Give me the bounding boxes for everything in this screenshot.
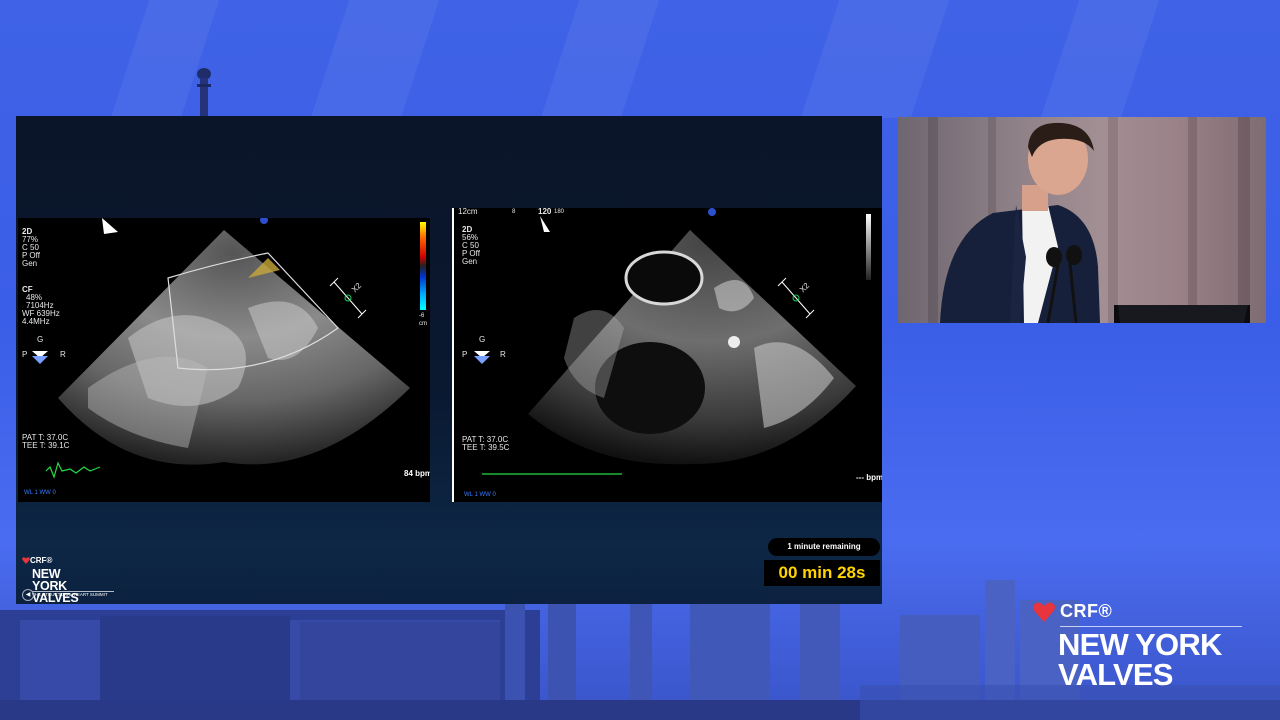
right-echo-image: 12cm 8 120 180 2D 56% C 50 P Off Gen G P… bbox=[454, 208, 882, 502]
depth-label: 12cm bbox=[458, 208, 478, 216]
logo-title: NEW YORK VALVES bbox=[1058, 627, 1222, 692]
background-stripe bbox=[540, 0, 660, 118]
timer-remaining-label: 1 minute remaining bbox=[768, 538, 880, 556]
param-gen: Gen bbox=[462, 257, 478, 266]
window-level-text: WL 1 WW 0 bbox=[24, 490, 56, 496]
heart-icon bbox=[1033, 602, 1055, 622]
angle-max: 180 bbox=[554, 209, 565, 215]
angle-value: 120 bbox=[538, 208, 552, 216]
scale-unit-text: -6 cm bbox=[419, 313, 427, 327]
left-echo-image: -6 cm 2D 77% C 50 P Off Gen CF 48% 7104H… bbox=[18, 218, 430, 502]
right-ultrasound-sector bbox=[474, 208, 856, 475]
orientation-p: P bbox=[22, 350, 28, 359]
orientation-r: R bbox=[500, 350, 506, 359]
orientation-r: R bbox=[60, 350, 66, 359]
speaker-image bbox=[928, 117, 1250, 323]
background-stripe bbox=[310, 0, 440, 118]
logo-line-2: VALVES bbox=[1058, 657, 1173, 692]
background-stripe bbox=[800, 0, 950, 118]
heart-rate: 84 bpm bbox=[404, 469, 430, 478]
countdown-timer: 00 min 28s bbox=[764, 560, 880, 586]
presentation-slide: -6 cm 2D 77% C 50 P Off Gen CF 48% 7104H… bbox=[16, 116, 882, 604]
logo-line-1: NEW YORK bbox=[32, 567, 67, 593]
orientation-g: G bbox=[479, 335, 486, 344]
param-gen: Gen bbox=[22, 259, 38, 268]
crf-text: CRF® bbox=[1060, 601, 1113, 621]
back-arrow-icon[interactable]: ◀ bbox=[22, 589, 34, 601]
tee-temp: TEE T: 39.5C bbox=[462, 443, 510, 452]
crf-text: CRF® bbox=[30, 556, 53, 565]
window-level-text: WL 1 WW 0 bbox=[464, 492, 496, 498]
heart-icon bbox=[22, 557, 30, 564]
logo-line-1: NEW YORK bbox=[1058, 627, 1222, 662]
heart-rate: --- bpm bbox=[856, 473, 882, 482]
speaker-video-feed bbox=[898, 117, 1266, 323]
logo-tagline: THE STRUCTURAL HEART SUMMIT bbox=[32, 592, 108, 597]
background-stripe bbox=[1040, 0, 1160, 118]
orientation-g: G bbox=[37, 335, 44, 344]
left-ultrasound-sector bbox=[32, 218, 410, 479]
frame-label: 8 bbox=[512, 209, 516, 215]
logo-title: NEW YORK VALVES bbox=[32, 567, 79, 604]
tee-temp: TEE T: 39.1C bbox=[22, 441, 70, 450]
gray-scale-bar bbox=[866, 214, 871, 280]
color-scale-bar bbox=[420, 222, 426, 310]
orientation-p: P bbox=[462, 350, 468, 359]
statue-torch-image bbox=[197, 68, 211, 118]
cf-param: 4.4MHz bbox=[22, 317, 50, 326]
